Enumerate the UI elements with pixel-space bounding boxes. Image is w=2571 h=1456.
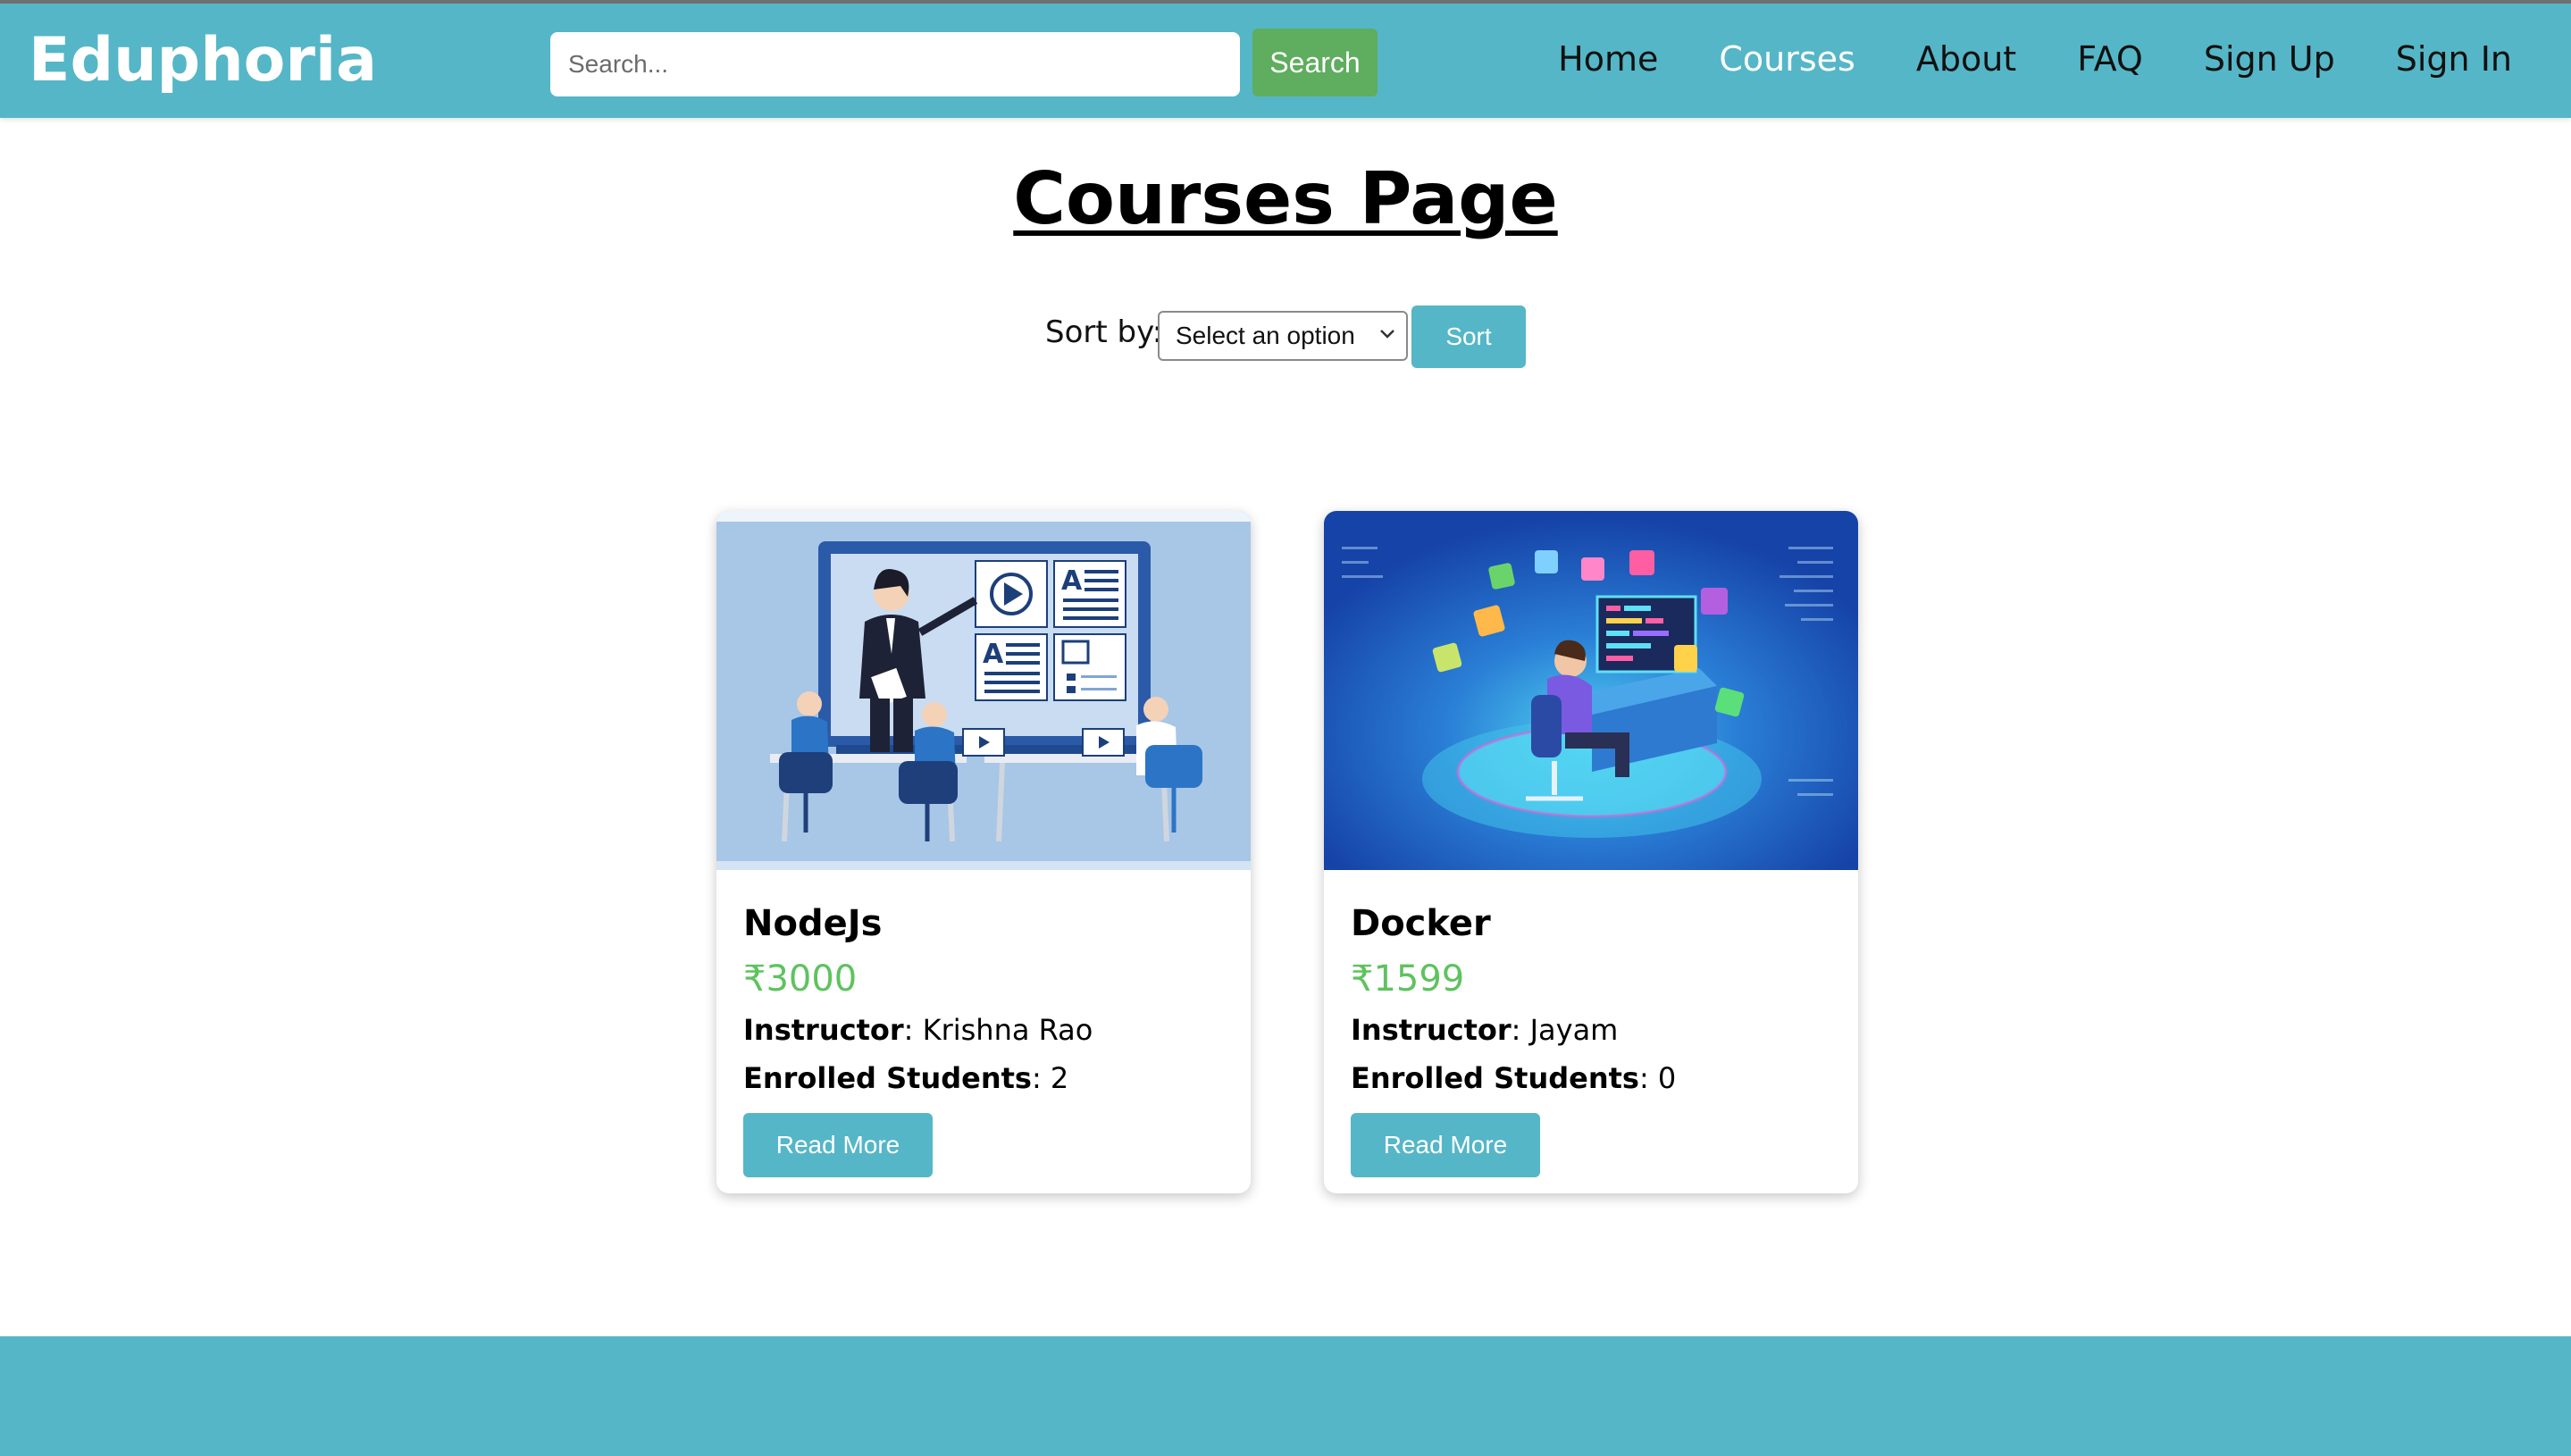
- sort-button[interactable]: Sort: [1411, 305, 1526, 368]
- search-input[interactable]: [550, 32, 1240, 96]
- course-card-body: NodeJs ₹3000 Instructor: Krishna Rao Enr…: [743, 899, 1226, 1177]
- chevron-down-icon: [1378, 322, 1397, 349]
- course-price: ₹3000: [743, 958, 858, 1000]
- sort-select-value: Select an option: [1176, 322, 1355, 349]
- nav-home[interactable]: Home: [1558, 39, 1658, 79]
- course-image-classroom: A A: [716, 511, 1251, 870]
- course-title: Docker: [1351, 903, 1491, 944]
- page-title: Courses Page: [0, 157, 2571, 240]
- nav-sign-in[interactable]: Sign In: [2396, 39, 2512, 79]
- instructor-value: : Krishna Rao: [903, 1013, 1093, 1047]
- course-enrolled: Enrolled Students: 0: [1351, 1054, 1833, 1102]
- sort-label: Sort by:: [1045, 314, 1163, 350]
- instructor-label: Instructor: [743, 1013, 904, 1047]
- read-more-button[interactable]: Read More: [1351, 1113, 1540, 1177]
- nav-courses[interactable]: Courses: [1719, 39, 1855, 79]
- nav-sign-up[interactable]: Sign Up: [2204, 39, 2335, 79]
- instructor-label: Instructor: [1351, 1013, 1512, 1047]
- svg-text:A: A: [1061, 565, 1083, 597]
- footer: [0, 1336, 2571, 1456]
- enrolled-value: : 2: [1031, 1061, 1069, 1095]
- nav-faq[interactable]: FAQ: [2077, 39, 2143, 79]
- course-instructor: Instructor: Krishna Rao: [743, 1006, 1226, 1054]
- instructor-value: : Jayam: [1511, 1013, 1619, 1047]
- course-instructor: Instructor: Jayam: [1351, 1006, 1833, 1054]
- course-title: NodeJs: [743, 903, 883, 944]
- svg-text:A: A: [983, 639, 1004, 670]
- enrolled-value: : 0: [1638, 1061, 1677, 1095]
- course-image-developer: [1324, 511, 1858, 870]
- page-title-text: Courses Page: [1013, 157, 1558, 240]
- search-button[interactable]: Search: [1252, 29, 1378, 96]
- course-card: Docker ₹1599 Instructor: Jayam Enrolled …: [1324, 511, 1858, 1193]
- read-more-button[interactable]: Read More: [743, 1113, 933, 1177]
- top-navbar: Eduphoria Search Home Courses About FAQ …: [0, 0, 2571, 118]
- enrolled-label: Enrolled Students: [743, 1061, 1032, 1095]
- enrolled-label: Enrolled Students: [1351, 1061, 1639, 1095]
- nav-about[interactable]: About: [1916, 39, 2016, 79]
- sort-select[interactable]: Select an option: [1158, 311, 1408, 361]
- course-card-body: Docker ₹1599 Instructor: Jayam Enrolled …: [1351, 899, 1833, 1177]
- brand-logo[interactable]: Eduphoria: [29, 25, 377, 96]
- course-enrolled: Enrolled Students: 2: [743, 1054, 1226, 1102]
- course-price: ₹1599: [1351, 958, 1465, 1000]
- main-nav: Home Courses About FAQ Sign Up Sign In: [1497, 39, 2512, 79]
- course-card: A A NodeJs ₹3000 Instructor: Krishna Rao…: [716, 511, 1251, 1193]
